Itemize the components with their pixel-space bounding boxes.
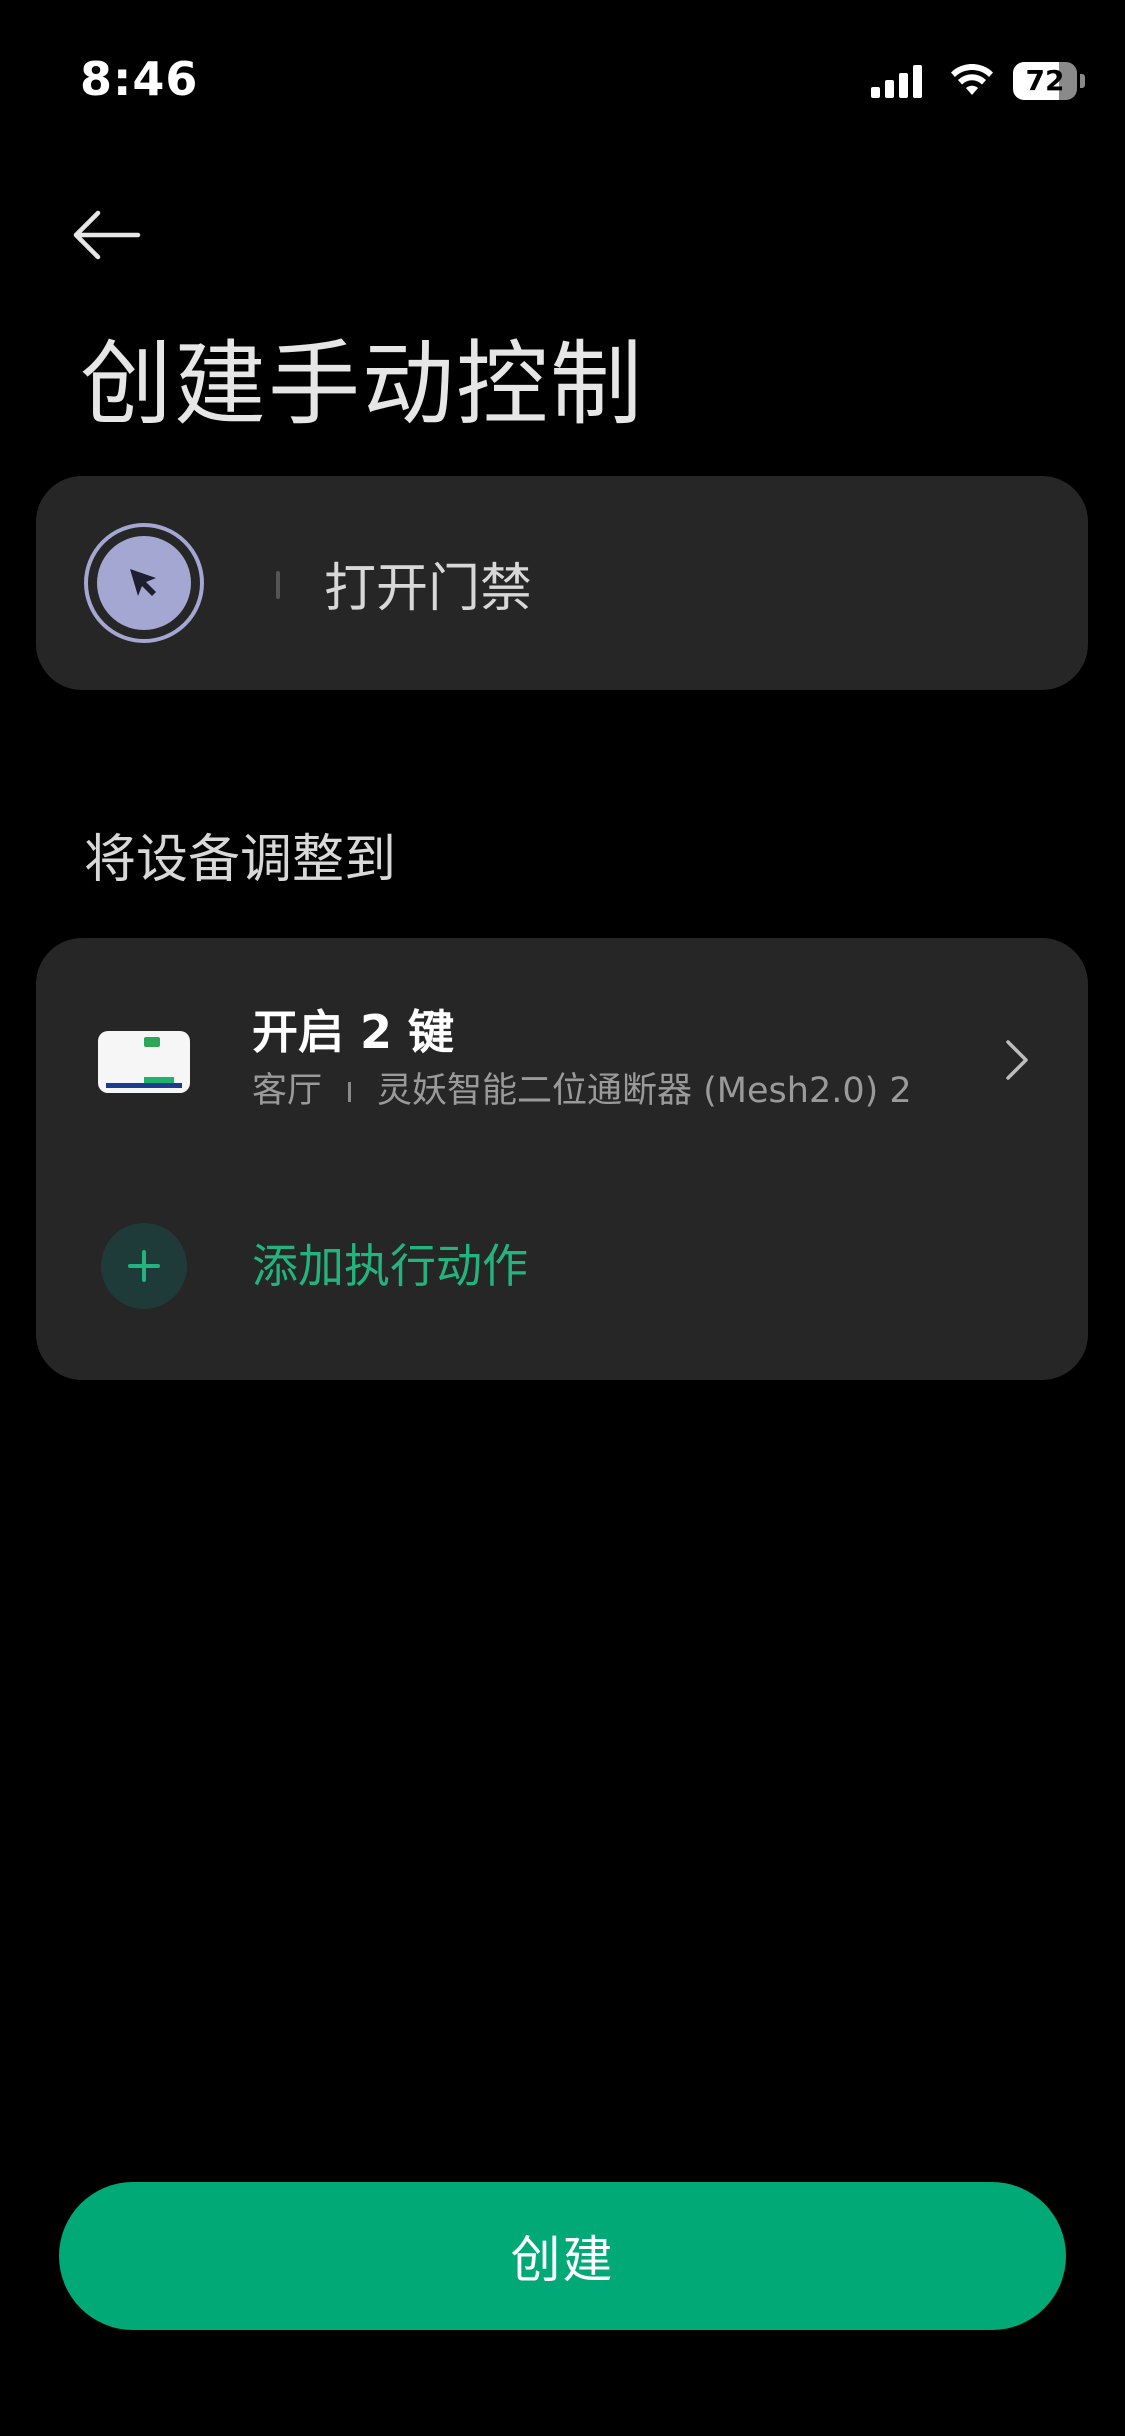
add-action-circle — [101, 1223, 187, 1309]
action-title: 开启 2 键 — [252, 1005, 455, 1059]
battery-icon: 72 — [1013, 62, 1085, 100]
cursor-click-icon — [130, 569, 156, 596]
wifi-icon — [951, 64, 993, 95]
status-time: 8:46 — [80, 52, 199, 106]
action-subtitle: 客厅 灵妖智能二位通断器 (Mesh2.0) 2 — [252, 1066, 912, 1116]
name-divider — [276, 571, 280, 599]
actions-card: 开启 2 键 客厅 灵妖智能二位通断器 (Mesh2.0) 2 添加执行动作 — [36, 938, 1088, 1380]
action-room: 客厅 — [252, 1071, 323, 1111]
create-button[interactable]: 创建 — [59, 2182, 1066, 2330]
scene-name-card — [36, 476, 1088, 690]
add-action-label: 添加执行动作 — [252, 1239, 528, 1293]
section-label: 将设备调整到 — [84, 830, 397, 890]
action-item[interactable]: 开启 2 键 客厅 灵妖智能二位通断器 (Mesh2.0) 2 — [36, 938, 1088, 1178]
status-bar: 8:46 72 — [0, 0, 1125, 150]
add-action-button[interactable]: 添加执行动作 — [36, 1178, 1088, 1358]
action-device: 灵妖智能二位通断器 (Mesh2.0) 2 — [377, 1071, 912, 1111]
cellular-signal-icon — [871, 64, 927, 98]
arrow-left-icon — [73, 210, 141, 260]
page-title: 创建手动控制 — [80, 331, 645, 438]
device-thumbnail — [98, 1031, 190, 1093]
scene-icon-picker[interactable] — [84, 523, 204, 643]
plus-icon — [128, 1250, 160, 1282]
subtitle-separator — [348, 1082, 352, 1102]
status-icons: 72 — [871, 58, 1085, 104]
back-button[interactable] — [70, 190, 170, 280]
chevron-right-icon — [1006, 1040, 1028, 1080]
battery-level: 72 — [1025, 64, 1065, 97]
scene-name-input[interactable] — [324, 548, 1024, 618]
